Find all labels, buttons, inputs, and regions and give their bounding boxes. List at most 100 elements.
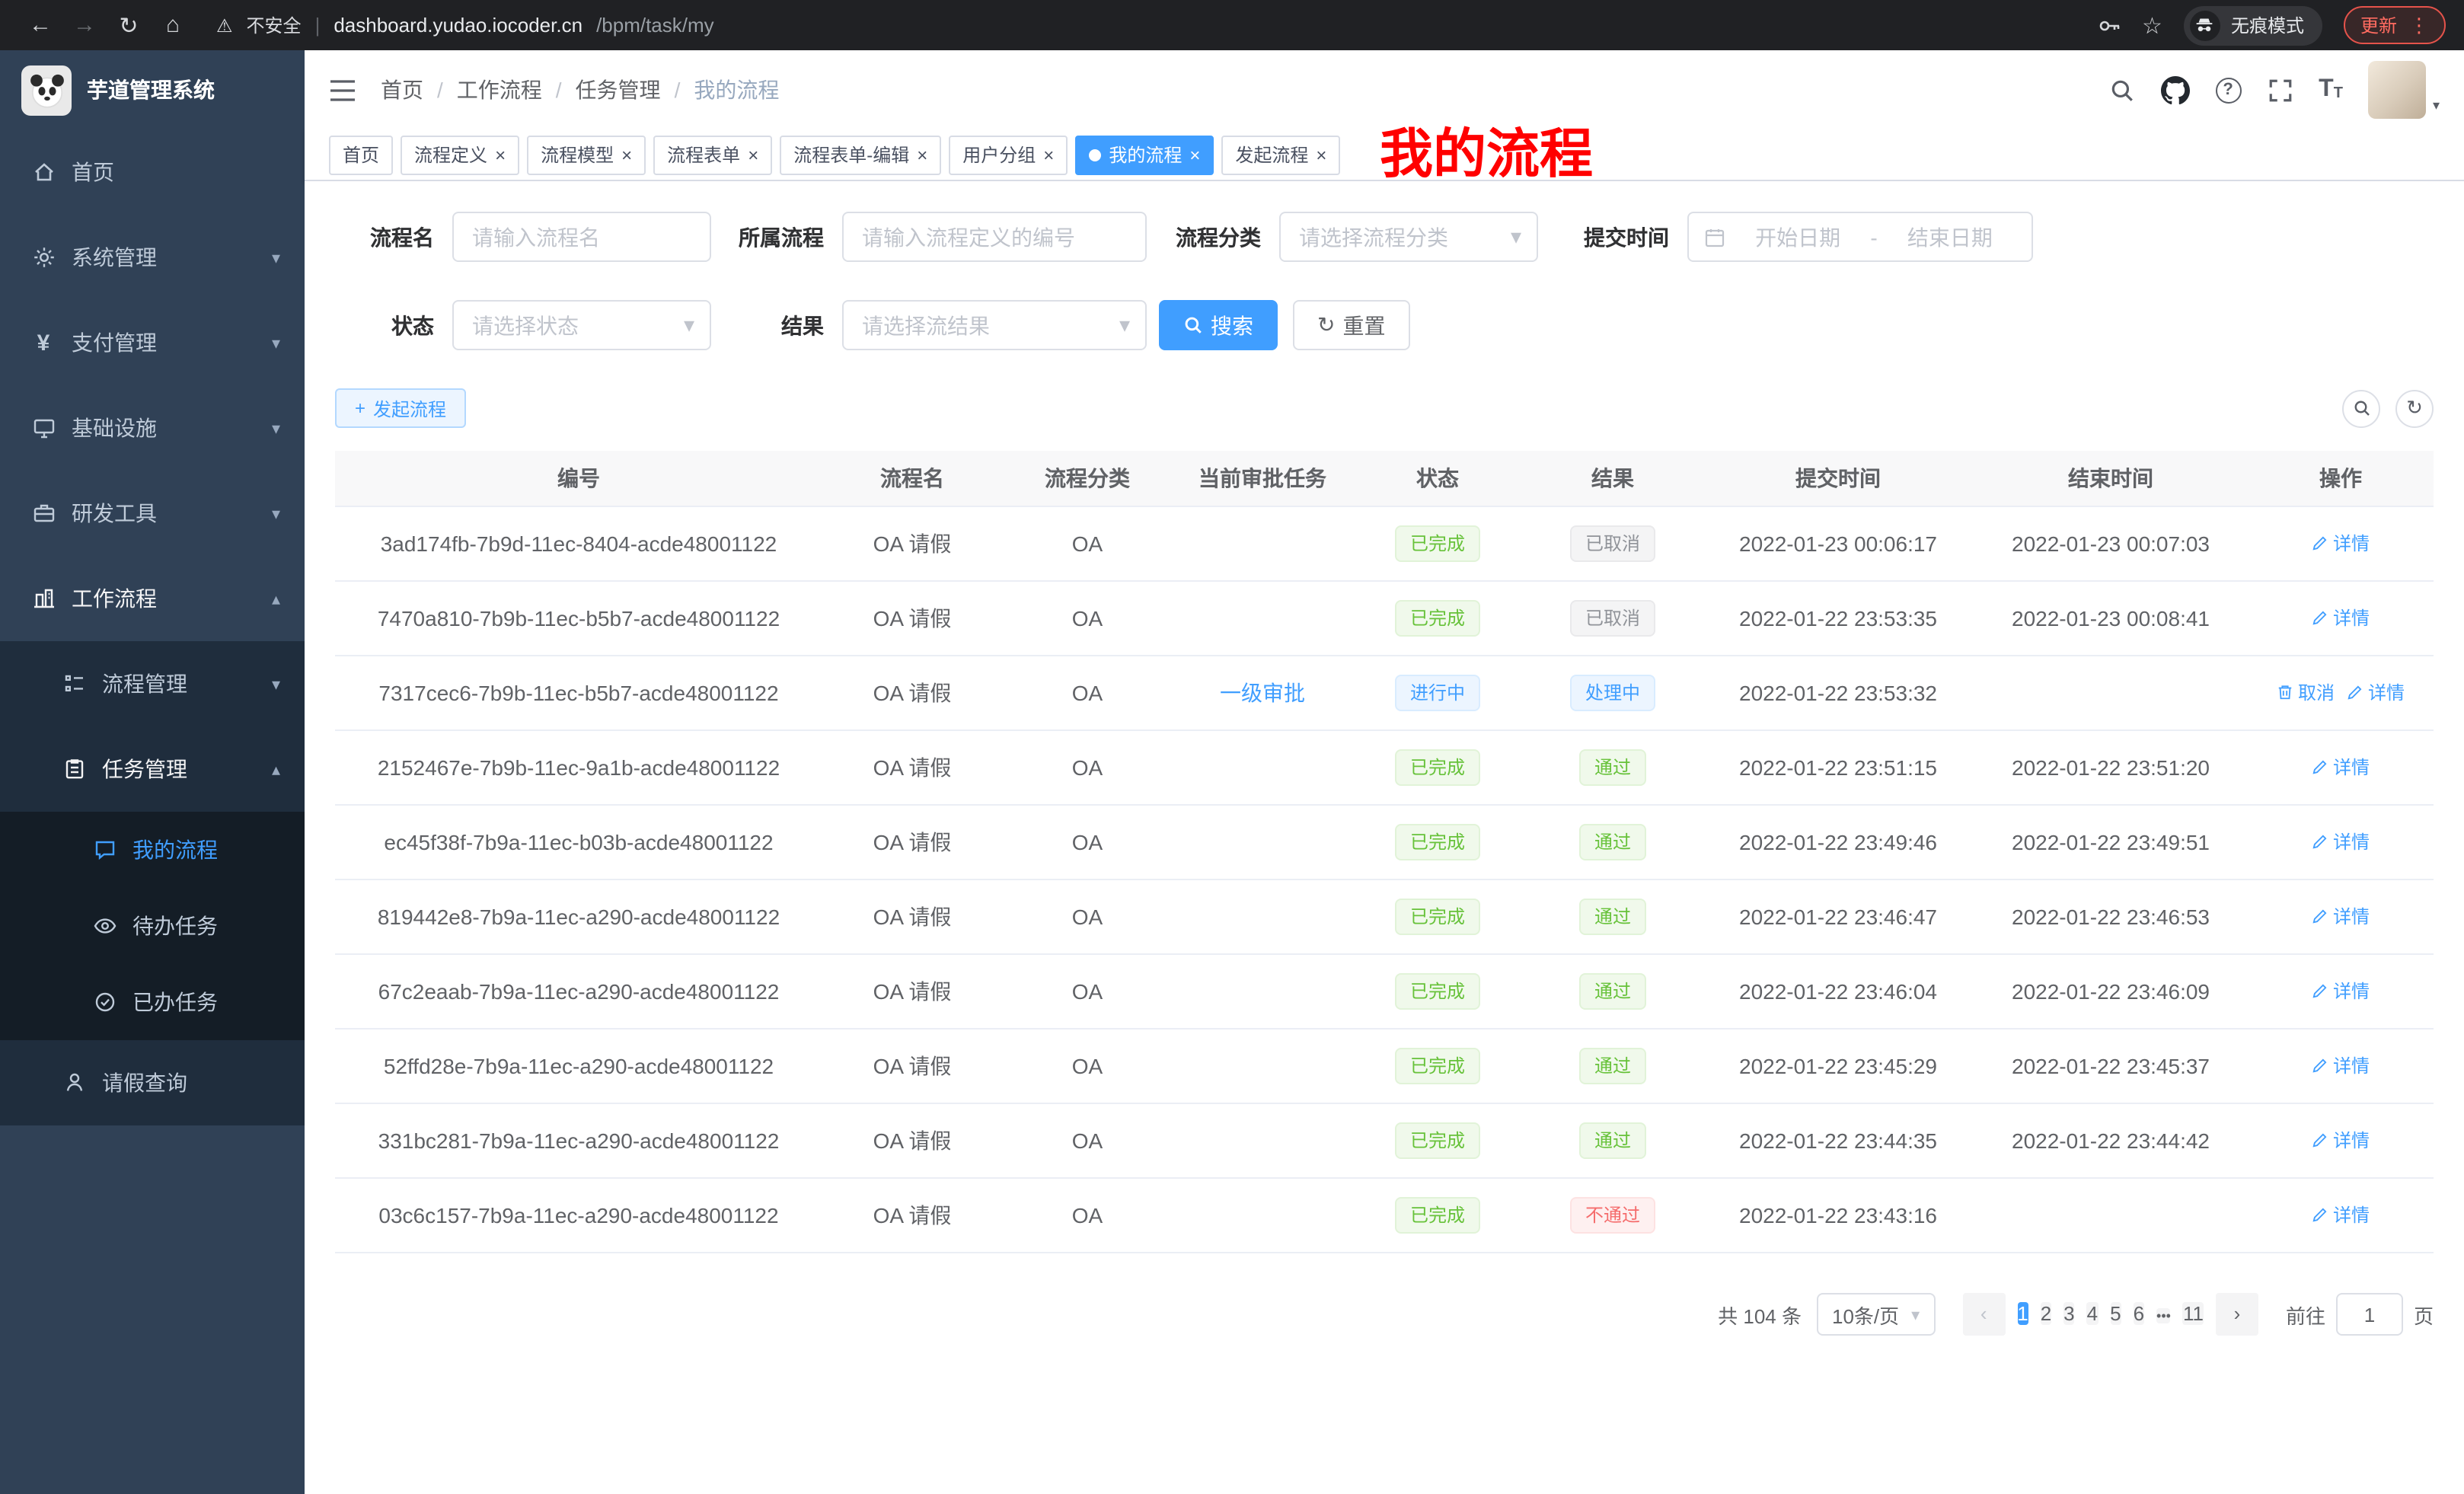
kebab-menu-icon[interactable]: ⋮ — [2409, 13, 2429, 37]
tab-我的流程[interactable]: 我的流程× — [1075, 135, 1214, 174]
bookmark-star-icon[interactable]: ☆ — [2142, 11, 2162, 39]
page-ellipsis[interactable]: ••• — [2156, 1307, 2171, 1323]
create-process-button[interactable]: + 发起流程 — [335, 388, 466, 428]
tab-close-icon[interactable]: × — [621, 144, 632, 165]
detail-action[interactable]: 详情 — [2312, 605, 2370, 630]
breadcrumb-current: 我的流程 — [694, 75, 779, 105]
reload-icon[interactable]: ↻ — [107, 11, 151, 39]
breadcrumb-separator: / — [556, 78, 562, 102]
refresh-table-icon[interactable]: ↻ — [2395, 389, 2434, 427]
tab-流程模型[interactable]: 流程模型× — [527, 135, 646, 174]
search-button[interactable]: 搜索 — [1159, 300, 1278, 350]
tab-流程定义[interactable]: 流程定义× — [401, 135, 519, 174]
filter-label: 提交时间 — [1538, 222, 1687, 252]
cell-actions: 详情 — [2248, 879, 2434, 953]
search-icon[interactable] — [2108, 77, 2134, 103]
font-size-icon[interactable]: TT — [2319, 78, 2343, 102]
cell-process-name: OA 请假 — [822, 804, 1002, 879]
status-tag: 已完成 — [1395, 749, 1480, 785]
github-icon[interactable] — [2160, 75, 2189, 104]
clipboard-icon — [61, 756, 87, 782]
home-icon[interactable]: ⌂ — [151, 12, 195, 38]
detail-action[interactable]: 详情 — [2312, 1052, 2370, 1078]
goto-page-input[interactable] — [2336, 1293, 2403, 1336]
tab-close-icon[interactable]: × — [1316, 144, 1326, 165]
sidebar-item-my-process[interactable]: 我的流程 — [0, 812, 305, 888]
end-date-placeholder[interactable]: 结束日期 — [1884, 222, 2016, 252]
incognito-badge[interactable]: 无痕模式 — [2184, 5, 2322, 45]
page-size-select[interactable]: 10条/页 ▾ — [1817, 1293, 1935, 1336]
user-menu[interactable]: ▾ — [2369, 61, 2440, 119]
page-button-3[interactable]: 3 — [2063, 1301, 2074, 1324]
start-date-placeholder[interactable]: 开始日期 — [1732, 222, 1864, 252]
detail-action[interactable]: 详情 — [2312, 530, 2370, 556]
result-select[interactable]: 请选择流结果 ▾ — [842, 300, 1147, 350]
tab-close-icon[interactable]: × — [1043, 144, 1054, 165]
date-range-picker[interactable]: 开始日期 - 结束日期 — [1687, 212, 2033, 262]
next-page-button[interactable]: › — [2216, 1293, 2258, 1336]
status-select[interactable]: 请选择状态 ▾ — [452, 300, 711, 350]
back-icon[interactable]: ← — [18, 12, 62, 38]
current-task-link[interactable]: 一级审批 — [1220, 680, 1305, 704]
help-icon[interactable]: ? — [2215, 77, 2241, 103]
filter-row-1: 流程名 所属流程 流程分类 请选择流程分类 ▾ — [335, 212, 2434, 262]
tab-close-icon[interactable]: × — [1189, 144, 1200, 165]
password-key-icon[interactable] — [2096, 13, 2121, 37]
detail-action[interactable]: 详情 — [2312, 1127, 2370, 1153]
sidebar-item-process-management[interactable]: 流程管理 ▾ — [0, 641, 305, 726]
sidebar-item-devtools[interactable]: 研发工具 ▾ — [0, 471, 305, 556]
detail-action[interactable]: 详情 — [2312, 828, 2370, 854]
hamburger-icon[interactable] — [329, 78, 356, 101]
sidebar-item-workflow[interactable]: 工作流程 ▴ — [0, 556, 305, 641]
tab-首页[interactable]: 首页 — [329, 135, 393, 174]
filter-definition: 所属流程 — [711, 212, 1147, 262]
chevron-up-icon: ▴ — [272, 589, 280, 608]
tab-流程表单-编辑[interactable]: 流程表单-编辑× — [780, 135, 941, 174]
toggle-search-icon[interactable] — [2342, 389, 2380, 427]
category-select[interactable]: 请选择流程分类 ▾ — [1279, 212, 1538, 262]
breadcrumb-item[interactable]: 工作流程 — [457, 75, 542, 105]
address-bar[interactable]: ⚠ 不安全 | dashboard.yudao.iocoder.cn/bpm/t… — [216, 12, 2096, 38]
page-button-5[interactable]: 5 — [2110, 1301, 2121, 1324]
sidebar-item-done-tasks[interactable]: 已办任务 — [0, 964, 305, 1040]
fullscreen-icon[interactable] — [2267, 77, 2293, 103]
reset-button[interactable]: ↻ 重置 — [1293, 300, 1409, 350]
prev-page-button[interactable]: ‹ — [1962, 1293, 2005, 1336]
process-name-input[interactable] — [452, 212, 711, 262]
security-label: 不安全 — [247, 12, 302, 38]
tab-close-icon[interactable]: × — [495, 144, 506, 165]
page-button-6[interactable]: 6 — [2134, 1301, 2144, 1324]
breadcrumb-item[interactable]: 首页 — [381, 75, 423, 105]
forward-icon[interactable]: → — [62, 12, 107, 38]
cancel-action[interactable]: 取消 — [2277, 679, 2335, 705]
sidebar-item-infrastructure[interactable]: 基础设施 ▾ — [0, 385, 305, 471]
breadcrumb-item[interactable]: 任务管理 — [576, 75, 661, 105]
page-button-2[interactable]: 2 — [2041, 1301, 2051, 1324]
page-button-1[interactable]: 1 — [2017, 1301, 2028, 1324]
process-definition-input[interactable] — [842, 212, 1147, 262]
tab-close-icon[interactable]: × — [917, 144, 927, 165]
sidebar-item-system[interactable]: 系统管理 ▾ — [0, 215, 305, 300]
page-button-4[interactable]: 4 — [2087, 1301, 2098, 1324]
detail-action[interactable]: 详情 — [2312, 1202, 2370, 1227]
tab-发起流程[interactable]: 发起流程× — [1221, 135, 1340, 174]
table-mini-controls: ↻ — [2342, 389, 2434, 427]
address-divider: | — [315, 14, 321, 37]
sidebar-item-task-management[interactable]: 任务管理 ▴ — [0, 726, 305, 812]
sidebar-item-home[interactable]: 首页 — [0, 129, 305, 215]
detail-action[interactable]: 详情 — [2312, 903, 2370, 929]
page-button-11[interactable]: 11 — [2183, 1301, 2204, 1324]
detail-action[interactable]: 详情 — [2347, 679, 2405, 705]
tab-close-icon[interactable]: × — [748, 144, 758, 165]
detail-action[interactable]: 详情 — [2312, 754, 2370, 780]
sidebar-item-leave-query[interactable]: 请假查询 — [0, 1040, 305, 1125]
calendar-icon — [1704, 226, 1725, 247]
sidebar-item-payment[interactable]: ¥ 支付管理 ▾ — [0, 300, 305, 385]
tab-用户分组[interactable]: 用户分组× — [949, 135, 1068, 174]
update-button[interactable]: 更新 ⋮ — [2344, 6, 2446, 44]
cell-end-time — [1974, 1177, 2248, 1252]
sidebar-item-todo-tasks[interactable]: 待办任务 — [0, 888, 305, 964]
tab-流程表单[interactable]: 流程表单× — [653, 135, 772, 174]
avatar[interactable] — [2369, 61, 2427, 119]
detail-action[interactable]: 详情 — [2312, 978, 2370, 1004]
